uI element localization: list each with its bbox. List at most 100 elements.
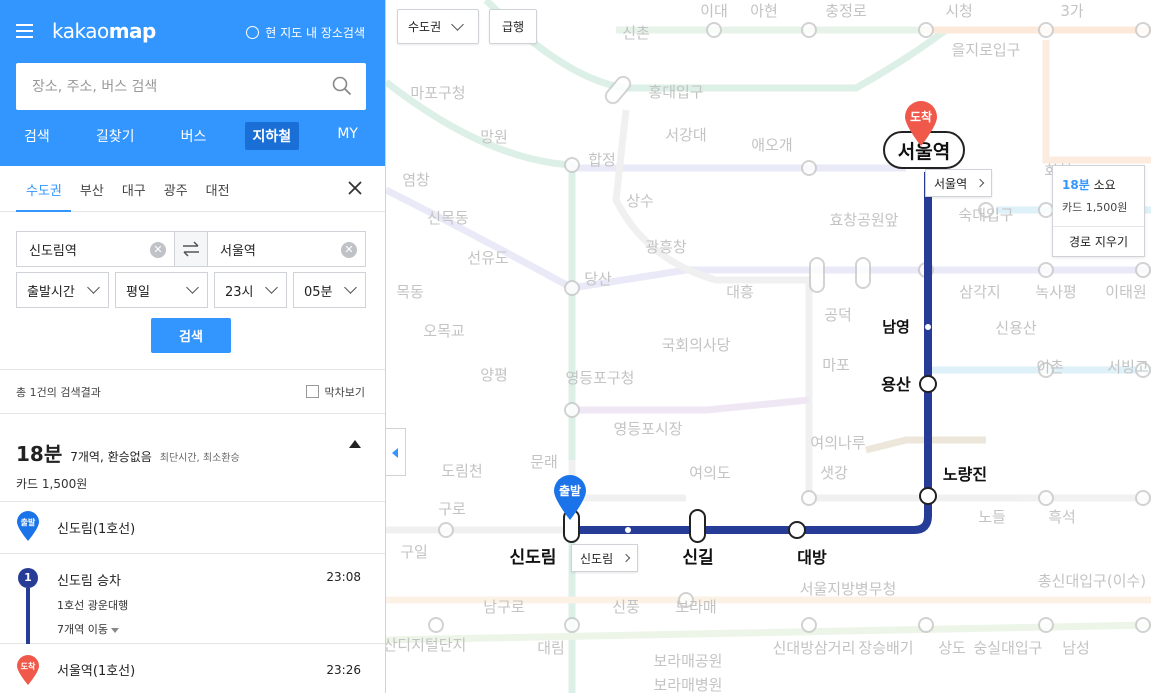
last-train-toggle[interactable]: 막차보기 <box>305 384 365 400</box>
svg-text:홍대입구: 홍대입구 <box>648 83 703 101</box>
chevron-down-icon <box>451 17 464 31</box>
stations-expand[interactable]: 7개역 이동 <box>57 621 385 637</box>
svg-text:시청: 시청 <box>945 2 973 20</box>
svg-text:광흥창: 광흥창 <box>645 238 687 256</box>
origin-marker[interactable]: 출발 <box>552 474 588 522</box>
hour-select[interactable]: 23시 <box>214 272 287 308</box>
region-select[interactable]: 수도권 <box>397 9 479 44</box>
svg-text:이태원: 이태원 <box>1105 283 1146 301</box>
swap-icon <box>183 241 199 257</box>
destination-marker[interactable]: 도착 <box>903 100 939 148</box>
tab-seoul-metro[interactable]: 수도권 <box>16 166 71 212</box>
step-start[interactable]: 출발 신도림(1호선) <box>0 502 385 554</box>
header: kakaomap 현 지도 내 장소검색 검색 길찾기 버스 지하철 MY <box>0 0 385 166</box>
destination-field[interactable]: 서울역 ✕ <box>208 232 365 266</box>
clear-destination-icon[interactable]: ✕ <box>341 242 357 258</box>
collapse-icon[interactable] <box>349 440 361 448</box>
radio-icon <box>246 26 260 39</box>
label-yongsan: 용산 <box>881 375 911 394</box>
last-train-checkbox[interactable] <box>305 385 319 398</box>
route-search-button[interactable]: 검색 <box>151 318 231 353</box>
nav-directions[interactable]: 길찾기 <box>88 122 143 150</box>
chevron-down-icon <box>186 281 199 294</box>
here-search-label: 현 지도 내 장소검색 <box>265 26 365 40</box>
origin-field[interactable]: 신도림역 ✕ <box>17 232 174 266</box>
svg-text:도림천: 도림천 <box>441 462 482 480</box>
label-namyeong: 남영 <box>882 318 910 336</box>
label-noryangjin: 노량진 <box>943 465 987 484</box>
svg-text:아현: 아현 <box>750 2 778 20</box>
svg-text:양평: 양평 <box>480 366 508 384</box>
line-1-icon: 1 <box>18 568 38 588</box>
svg-text:흑석: 흑석 <box>1048 508 1076 526</box>
svg-text:숭실대입구: 숭실대입구 <box>973 639 1042 657</box>
summary-info: 7개역, 환승없음 <box>70 450 152 464</box>
clear-origin-icon[interactable]: ✕ <box>150 242 166 258</box>
nav-search[interactable]: 검색 <box>16 122 58 150</box>
subway-map[interactable]: 이대 아현 충정로 시청 3가 신촌 을지로입구 마포구청 홍대입구 서강대 애… <box>386 0 1151 693</box>
minute-select[interactable]: 05분 <box>293 272 366 308</box>
station-noryangjin[interactable] <box>919 487 937 505</box>
svg-text:노들: 노들 <box>978 508 1006 526</box>
board-time: 23:08 <box>326 570 361 584</box>
nav-subway[interactable]: 지하철 <box>244 122 300 150</box>
station-daebang[interactable] <box>788 521 806 539</box>
svg-text:샛강: 샛강 <box>820 464 848 482</box>
svg-text:서울지방병무청: 서울지방병무청 <box>800 580 897 598</box>
svg-text:서빙고: 서빙고 <box>1107 358 1148 376</box>
swap-button[interactable] <box>174 232 208 266</box>
express-toggle[interactable]: 급행 <box>489 9 537 44</box>
svg-text:선유도: 선유도 <box>467 249 509 267</box>
origin-tag[interactable]: 신도림 <box>571 544 639 572</box>
day-type-select[interactable]: 평일 <box>115 272 208 308</box>
svg-text:을지로입구: 을지로입구 <box>951 41 1020 59</box>
time-mode-select[interactable]: 출발시간 <box>16 272 109 308</box>
svg-text:신목동: 신목동 <box>427 209 469 227</box>
card-fare: 카드 1,500원 <box>1062 201 1128 214</box>
station-yeongdeungpo[interactable] <box>625 527 631 533</box>
step-end[interactable]: 도착 서울역(1호선) 23:26 <box>0 644 385 693</box>
svg-text:상도: 상도 <box>938 639 966 657</box>
svg-text:서강대: 서강대 <box>665 126 706 144</box>
search-icon[interactable] <box>332 76 352 96</box>
tab-daegu[interactable]: 대구 <box>113 166 155 212</box>
search-input[interactable] <box>16 63 316 110</box>
svg-text:문래: 문래 <box>530 453 558 471</box>
svg-text:장승배기: 장승배기 <box>858 639 913 657</box>
subway-map-canvas[interactable]: 이대 아현 충정로 시청 3가 신촌 을지로입구 마포구청 홍대입구 서강대 애… <box>386 0 1151 693</box>
label-sindorim: 신도림 <box>510 548 557 568</box>
svg-text:신용산: 신용산 <box>995 319 1037 337</box>
tab-busan[interactable]: 부산 <box>71 166 113 212</box>
station-yongsan[interactable] <box>919 375 937 393</box>
route-info-card: 18분 소요 카드 1,500원 경로 지우기 <box>1052 165 1145 257</box>
chevron-down-icon <box>344 281 357 294</box>
destination-value: 서울역 <box>220 243 256 259</box>
svg-text:삼각지: 삼각지 <box>959 283 1000 301</box>
tab-daejeon[interactable]: 대전 <box>197 166 239 212</box>
expand-down-icon <box>110 627 119 633</box>
step-ride[interactable]: 1 신도림 승차 23:08 1호선 광운대행 7개역 이동 <box>0 554 385 644</box>
board-line: 1호선 광운대행 <box>57 599 129 612</box>
svg-text:신촌: 신촌 <box>622 24 650 42</box>
close-icon[interactable] <box>347 180 363 196</box>
end-pin-icon: 도착 <box>17 655 39 685</box>
card-duration: 18분 소요 <box>1062 178 1116 192</box>
kakaomap-logo[interactable]: kakaomap <box>52 19 156 43</box>
station-singil[interactable] <box>689 509 706 543</box>
summary-time: 18분 <box>16 442 63 466</box>
svg-text:대흥: 대흥 <box>726 283 754 301</box>
svg-text:이대: 이대 <box>700 2 728 20</box>
svg-text:목동: 목동 <box>396 283 424 301</box>
here-search-toggle[interactable]: 현 지도 내 장소검색 <box>246 24 365 41</box>
nav-bus[interactable]: 버스 <box>173 122 215 150</box>
line-bar <box>26 588 30 644</box>
nav-my[interactable]: MY <box>329 122 366 150</box>
route-summary[interactable]: 18분 7개역, 환승없음 최단시간, 최소환승 카드 1,500원 <box>0 414 385 502</box>
end-time: 23:26 <box>326 662 361 677</box>
station-namyeong[interactable] <box>925 324 931 330</box>
sidebar-collapse-button[interactable] <box>386 428 406 476</box>
destination-tag[interactable]: 서울역 <box>925 169 993 197</box>
clear-route-button[interactable]: 경로 지우기 <box>1053 226 1144 256</box>
menu-icon[interactable] <box>16 24 33 38</box>
tab-gwangju[interactable]: 광주 <box>155 166 197 212</box>
